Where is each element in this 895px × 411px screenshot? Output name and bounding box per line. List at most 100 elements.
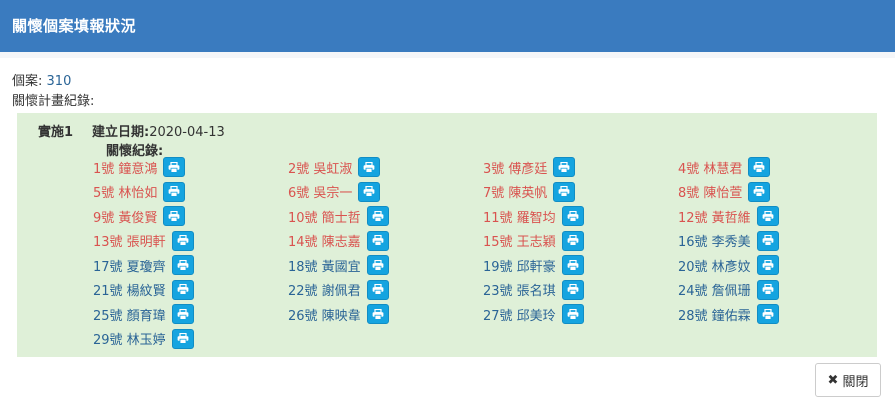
print-button[interactable] bbox=[561, 304, 584, 324]
print-button[interactable] bbox=[366, 206, 389, 226]
care-record-name[interactable]: 20號 林彥妏 bbox=[678, 256, 751, 275]
care-records-grid: 1號 鐘意鴻 2號 吳虹淑 3號 傅彥廷 4號 林慧君 5號 林怡如 6號 吳宗一 7號 陳… bbox=[93, 155, 877, 351]
care-record-name[interactable]: 27號 邱美玲 bbox=[483, 305, 556, 324]
care-record-name[interactable]: 5號 林怡如 bbox=[93, 182, 157, 201]
care-record-name[interactable]: 11號 羅智均 bbox=[483, 207, 556, 226]
print-icon bbox=[372, 235, 384, 246]
close-button-label: 關閉 bbox=[842, 374, 869, 390]
care-record-name[interactable]: 13號 張明軒 bbox=[93, 231, 166, 250]
print-icon bbox=[363, 161, 375, 173]
print-button[interactable] bbox=[358, 157, 381, 177]
care-record-name[interactable]: 18號 黃國宜 bbox=[288, 256, 361, 275]
care-record-name[interactable]: 7號 陳英帆 bbox=[483, 182, 547, 201]
print-button[interactable] bbox=[561, 230, 584, 251]
care-record-name[interactable]: 15號 王志穎 bbox=[483, 231, 556, 250]
care-record-name[interactable]: 10號 簡士哲 bbox=[288, 207, 361, 226]
care-record-item: 16號 李秀美 bbox=[678, 229, 873, 253]
print-button[interactable] bbox=[561, 279, 584, 300]
print-button[interactable] bbox=[748, 181, 771, 202]
care-record-item: 24號 詹佩珊 bbox=[678, 278, 873, 302]
print-icon bbox=[762, 284, 774, 295]
print-icon bbox=[372, 259, 384, 271]
print-button[interactable] bbox=[366, 279, 389, 300]
print-icon bbox=[177, 235, 189, 246]
care-record-name[interactable]: 2號 吳虹淑 bbox=[288, 158, 352, 177]
care-record-item: 15號 王志穎 bbox=[483, 229, 678, 253]
care-record-name[interactable]: 21號 楊紋賢 bbox=[93, 280, 166, 299]
print-button[interactable] bbox=[748, 157, 771, 177]
print-icon bbox=[567, 259, 579, 271]
care-record-name[interactable]: 26號 陳映韋 bbox=[288, 305, 361, 324]
print-button[interactable] bbox=[561, 255, 584, 275]
print-icon bbox=[363, 186, 375, 197]
print-icon bbox=[567, 308, 579, 320]
print-button[interactable] bbox=[163, 181, 186, 202]
care-record-item: 22號 謝佩君 bbox=[288, 278, 483, 302]
care-record-item: 4號 林慧君 bbox=[678, 155, 873, 179]
care-record-name[interactable]: 6號 吳宗一 bbox=[288, 182, 352, 201]
print-icon bbox=[567, 210, 579, 222]
print-button[interactable] bbox=[756, 279, 779, 300]
care-record-name[interactable]: 19號 邱軒豪 bbox=[483, 256, 556, 275]
care-record-name[interactable]: 22號 謝佩君 bbox=[288, 280, 361, 299]
print-button[interactable] bbox=[756, 255, 779, 275]
care-record-name[interactable]: 29號 林玉婷 bbox=[93, 329, 166, 348]
modal-header: 關懷個案填報狀況 bbox=[0, 0, 895, 52]
care-record-item: 2號 吳虹淑 bbox=[288, 155, 483, 179]
print-icon bbox=[177, 259, 189, 271]
close-button[interactable]: ✖ 關閉 bbox=[815, 363, 881, 397]
care-record-item: 27號 邱美玲 bbox=[483, 302, 678, 326]
care-record-item: 1號 鐘意鴻 bbox=[93, 155, 288, 179]
care-record-name[interactable]: 4號 林慧君 bbox=[678, 158, 742, 177]
print-button[interactable] bbox=[756, 230, 779, 251]
care-record-item: 10號 簡士哲 bbox=[288, 204, 483, 228]
care-record-name[interactable]: 9號 黃俊賢 bbox=[93, 207, 157, 226]
print-button[interactable] bbox=[553, 157, 576, 177]
care-record-name[interactable]: 28號 鐘佑霖 bbox=[678, 305, 751, 324]
care-record-name[interactable]: 24號 詹佩珊 bbox=[678, 280, 751, 299]
care-record-name[interactable]: 1號 鐘意鴻 bbox=[93, 158, 157, 177]
created-date-value: 2020-04-13 bbox=[149, 125, 225, 140]
care-record-name[interactable]: 17號 夏瓊齊 bbox=[93, 256, 166, 275]
print-button[interactable] bbox=[171, 255, 194, 275]
case-label: 個案: bbox=[12, 74, 43, 89]
print-button[interactable] bbox=[366, 255, 389, 275]
care-record-item: 20號 林彥妏 bbox=[678, 253, 873, 277]
print-icon bbox=[753, 186, 765, 197]
print-icon bbox=[168, 210, 180, 222]
care-record-name[interactable]: 12號 黃哲維 bbox=[678, 207, 751, 226]
care-record-item: 28號 鐘佑霖 bbox=[678, 302, 873, 326]
print-button[interactable] bbox=[756, 304, 779, 324]
care-record-item: 26號 陳映韋 bbox=[288, 302, 483, 326]
care-record-item: 18號 黃國宜 bbox=[288, 253, 483, 277]
print-button[interactable] bbox=[553, 181, 576, 202]
print-button[interactable] bbox=[163, 157, 186, 177]
print-button[interactable] bbox=[366, 230, 389, 251]
care-record-item: 25號 顏育瑋 bbox=[93, 302, 288, 326]
print-button[interactable] bbox=[171, 230, 194, 251]
print-button[interactable] bbox=[561, 206, 584, 226]
print-icon bbox=[177, 284, 189, 295]
care-record-item: 9號 黃俊賢 bbox=[93, 204, 288, 228]
care-record-name[interactable]: 8號 陳怡萱 bbox=[678, 182, 742, 201]
care-record-item: 8號 陳怡萱 bbox=[678, 180, 873, 204]
print-button[interactable] bbox=[366, 304, 389, 324]
care-record-name[interactable]: 3號 傅彥廷 bbox=[483, 158, 547, 177]
care-record-name[interactable]: 23號 張名琪 bbox=[483, 280, 556, 299]
print-button[interactable] bbox=[171, 304, 194, 324]
print-button[interactable] bbox=[171, 279, 194, 300]
print-button[interactable] bbox=[756, 206, 779, 226]
care-record-name[interactable]: 16號 李秀美 bbox=[678, 231, 751, 250]
created-date: 建立日期:2020-04-13 bbox=[92, 121, 225, 140]
case-info: 個案: 310 bbox=[12, 70, 71, 89]
care-record-name[interactable]: 14號 陳志嘉 bbox=[288, 231, 361, 250]
care-record-name[interactable]: 25號 顏育瑋 bbox=[93, 305, 166, 324]
print-button[interactable] bbox=[358, 181, 381, 202]
print-icon bbox=[168, 186, 180, 197]
header-divider bbox=[0, 52, 895, 58]
print-button[interactable] bbox=[171, 328, 194, 349]
print-button[interactable] bbox=[163, 206, 186, 226]
plan-records-label: 關懷計畫紀錄: bbox=[12, 94, 95, 109]
print-icon bbox=[177, 333, 189, 344]
care-record-item: 3號 傅彥廷 bbox=[483, 155, 678, 179]
